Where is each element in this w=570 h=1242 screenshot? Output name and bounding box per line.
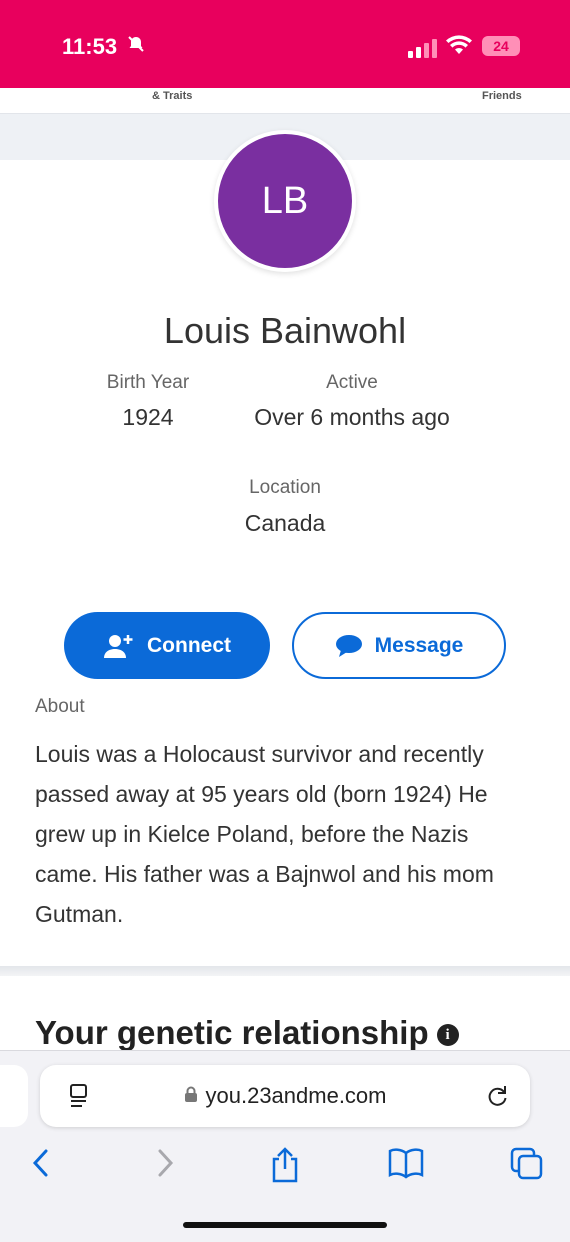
url-display[interactable]: you.23andme.com [40,1083,530,1109]
address-bar[interactable]: you.23andme.com [40,1065,530,1127]
avatar: LB [214,130,356,272]
profile-name: Louis Bainwohl [163,310,407,351]
back-icon[interactable] [30,1147,52,1184]
forward-icon[interactable] [154,1147,176,1184]
birth-year-label: Birth Year [106,372,190,393]
location-value: Canada [244,510,326,536]
message-button[interactable]: Message [292,612,506,679]
share-icon[interactable] [270,1147,300,1188]
nav-tab-friends[interactable]: Friends [482,90,522,102]
cellular-signal-icon [408,38,438,58]
connect-label: Connect [147,633,231,657]
url-text: you.23andme.com [205,1083,387,1108]
birth-year-value: 1924 [122,404,174,430]
genetic-relationship-heading: Your genetic relationship i [35,1014,459,1052]
top-nav-tabs: & Traits Friends [0,88,570,114]
home-indicator[interactable] [183,1222,387,1228]
nav-tab-traits[interactable]: & Traits [152,90,192,102]
tabs-overview-icon[interactable] [510,1147,544,1186]
bookmarks-icon[interactable] [388,1147,424,1184]
message-label: Message [374,633,464,657]
avatar-initials: LB [218,134,352,268]
card-divider [0,966,570,976]
muted-bell-icon [126,34,146,59]
browser-chrome: you.23andme.com [0,1050,570,1242]
previous-tab-preview[interactable] [0,1065,28,1127]
active-label: Active [326,372,378,393]
status-bar: 11:53 24 [0,0,570,88]
reload-icon[interactable] [484,1083,510,1114]
info-icon[interactable]: i [436,1024,459,1047]
add-person-icon [104,634,133,658]
wifi-icon [446,34,472,56]
genetic-relationship-title: Your genetic relationship [35,1014,429,1051]
about-label: About [35,696,85,717]
battery-indicator: 24 [482,36,520,56]
connect-button[interactable]: Connect [64,612,270,679]
lock-icon [184,1083,198,1109]
chat-bubble-icon [335,634,362,657]
status-time: 11:53 [62,34,118,59]
about-text: Louis was a Holocaust survivor and recen… [35,741,494,927]
active-value: Over 6 months ago [254,404,450,430]
location-label: Location [249,477,321,498]
